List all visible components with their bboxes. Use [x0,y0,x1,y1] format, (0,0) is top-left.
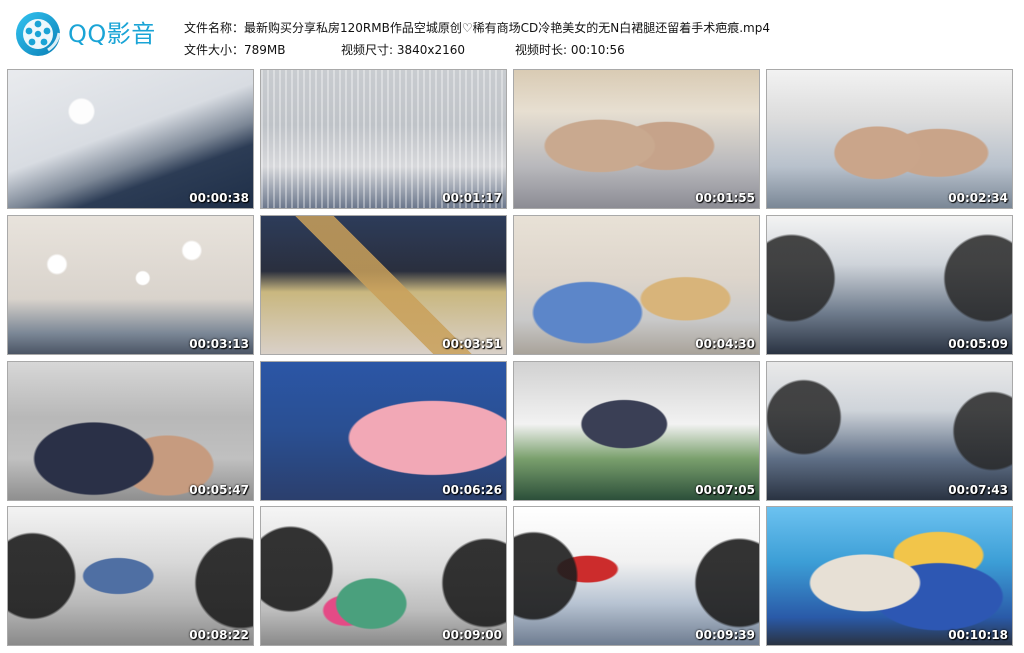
video-thumbnail-sheet: QQ影音 文件名称：最新购买分享私房120RMB作品空城原创♡稀有商场CD冷艳美… [0,0,1024,653]
thumbnail-timestamp: 00:07:43 [948,483,1008,497]
qq-player-logo: QQ影音 [14,10,172,62]
thumbnail-frame[interactable]: 00:07:43 [766,361,1013,501]
video-duration-value: 00:10:56 [570,43,625,57]
thumbnail-image [514,216,759,354]
thumbnail-timestamp: 00:05:47 [189,483,249,497]
thumbnail-frame[interactable]: 00:00:38 [7,69,254,209]
file-name-value: 最新购买分享私房120RMB作品空城原创♡稀有商场CD冷艳美女的无N白裙腿还留着… [244,21,770,35]
thumbnail-timestamp: 00:01:55 [695,191,755,205]
thumbnail-timestamp: 00:09:39 [695,628,755,642]
thumbnail-frame[interactable]: 00:03:51 [260,215,507,355]
thumbnail-image [8,70,253,208]
thumbnail-frame[interactable]: 00:03:13 [7,215,254,355]
video-dimensions-line: 视频尺寸: 3840x2160 [341,42,465,58]
thumbnail-frame[interactable]: 00:07:05 [513,361,760,501]
thumbnail-image [261,216,506,354]
thumbnail-frame[interactable]: 00:06:26 [260,361,507,501]
thumbnail-image [767,507,1012,645]
thumbnail-frame[interactable]: 00:01:55 [513,69,760,209]
video-dimensions-value: 3840x2160 [396,43,466,57]
film-reel-icon [14,10,62,58]
thumbnail-frame[interactable]: 00:04:30 [513,215,760,355]
logo-text: QQ影音 [68,20,156,48]
video-duration-line: 视频时长: 00:10:56 [515,42,625,58]
file-name-label: 文件名称： [184,21,245,35]
thumbnail-image [8,362,253,500]
thumbnail-image [261,362,506,500]
thumbnail-frame[interactable]: 00:05:09 [766,215,1013,355]
thumbnail-image [261,70,506,208]
file-name-line: 文件名称：最新购买分享私房120RMB作品空城原创♡稀有商场CD冷艳美女的无N白… [184,20,770,36]
file-size-line: 文件大小：789MB [184,42,286,58]
file-size-label: 文件大小： [184,43,245,57]
thumbnail-timestamp: 00:01:17 [442,191,502,205]
thumbnail-timestamp: 00:05:09 [948,337,1008,351]
thumbnail-timestamp: 00:06:26 [442,483,502,497]
thumbnail-image [767,216,1012,354]
thumbnail-timestamp: 00:07:05 [695,483,755,497]
thumbnail-frame[interactable]: 00:01:17 [260,69,507,209]
thumbnail-timestamp: 00:03:13 [189,337,249,351]
thumbnail-image [767,362,1012,500]
video-dimensions-label: 视频尺寸: [341,43,397,57]
header: QQ影音 文件名称：最新购买分享私房120RMB作品空城原创♡稀有商场CD冷艳美… [0,0,1024,66]
thumbnail-frame[interactable]: 00:08:22 [7,506,254,646]
thumbnail-frame[interactable]: 00:10:18 [766,506,1013,646]
thumbnail-timestamp: 00:03:51 [442,337,502,351]
thumbnail-timestamp: 00:09:00 [442,628,502,642]
thumbnail-timestamp: 00:04:30 [695,337,755,351]
thumbnail-image [8,216,253,354]
thumbnail-image [8,507,253,645]
thumbnail-image [261,507,506,645]
thumbnail-timestamp: 00:08:22 [189,628,249,642]
video-duration-label: 视频时长: [515,43,571,57]
thumbnail-timestamp: 00:00:38 [189,191,249,205]
thumbnail-image [514,70,759,208]
thumbnail-image [514,362,759,500]
thumbnail-timestamp: 00:10:18 [948,628,1008,642]
thumbnail-frame[interactable]: 00:09:39 [513,506,760,646]
thumbnail-grid: 00:00:38 00:01:17 00:01:55 00:02:34 00:0… [7,69,1017,647]
thumbnail-frame[interactable]: 00:02:34 [766,69,1013,209]
thumbnail-frame[interactable]: 00:09:00 [260,506,507,646]
file-size-value: 789MB [244,43,286,57]
thumbnail-timestamp: 00:02:34 [948,191,1008,205]
thumbnail-image [767,70,1012,208]
thumbnail-frame[interactable]: 00:05:47 [7,361,254,501]
thumbnail-image [514,507,759,645]
